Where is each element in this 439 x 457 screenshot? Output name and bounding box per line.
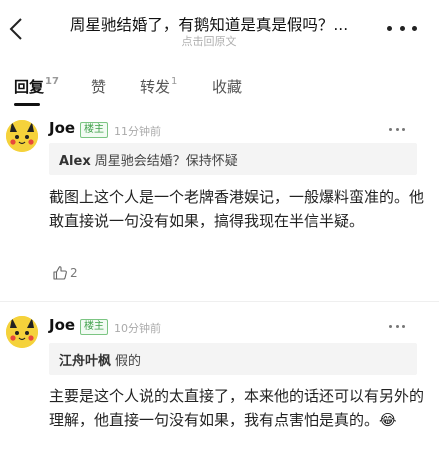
dot-icon [399,25,405,31]
quoted-text: 周星驰会结婚？保持怀疑 [94,154,238,169]
dot-icon [395,127,399,131]
back-button[interactable] [4,12,28,46]
pikachu-avatar-icon [6,316,38,348]
top-bar: 周星驰结婚了，有鹅知道是真是假吗？... 点击回原文 [0,0,439,56]
reply-text: 主要是这个人说的太直接了，本来他的话还可以有另外的理解，他直接一句没有如果，我有… [49,387,425,429]
op-badge: 楼主 [80,319,108,335]
tab-label: 收藏 [212,78,243,96]
pikachu-avatar-icon [6,120,38,152]
op-badge: 楼主 [80,122,108,138]
thumbs-up-icon [53,266,67,280]
dot-icon [389,324,392,328]
active-tab-indicator [14,103,40,106]
timestamp: 11分钟前 [114,125,161,138]
tab-favorites[interactable]: 收藏 [212,76,242,97]
tab-reposts[interactable]: 转发1 [140,76,177,97]
like-button[interactable]: 2 [52,264,78,282]
like-count: 2 [70,266,78,280]
quoted-text: 假的 [115,354,142,369]
dot-icon [389,127,392,131]
divider [0,301,439,302]
tab-label: 赞 [91,78,107,96]
page-title[interactable]: 周星驰结婚了，有鹅知道是真是假吗？... [44,13,374,35]
dot-icon [387,25,392,31]
post-more-button[interactable] [389,323,405,329]
tab-label: 回复 [14,78,45,96]
username[interactable]: Joe [49,316,75,334]
tab-count: 1 [171,76,178,87]
view-original-link[interactable]: 点击回原文 [44,33,374,49]
tab-bar: 回复17 赞 转发1 收藏 [0,68,439,106]
timestamp: 10分钟前 [114,322,161,335]
dot-icon [402,127,405,131]
tab-likes[interactable]: 赞 [91,76,106,97]
quoted-username: Alex [59,154,91,169]
dot-icon [395,324,399,328]
chevron-left-icon [9,18,22,40]
avatar[interactable] [6,316,38,348]
tab-label: 转发 [140,78,171,96]
quoted-username: 江舟叶枫 [59,354,112,369]
dot-icon [412,25,417,31]
tab-replies[interactable]: 回复17 [14,76,59,97]
avatar[interactable] [6,120,38,152]
dot-icon [402,324,405,328]
tab-count: 17 [45,76,59,87]
quoted-reply[interactable]: Alex 周星驰会结婚？保持怀疑 [49,143,417,175]
post-more-button[interactable] [389,126,405,132]
quoted-reply[interactable]: 江舟叶枫 假的 [49,343,417,375]
reply-text: 截图上这个人是一个老牌香港娱记，一般爆料蛮准的。他敢直接说一句没有如果，搞得我现… [49,188,425,230]
more-options-button[interactable] [387,18,417,38]
username[interactable]: Joe [49,119,75,137]
